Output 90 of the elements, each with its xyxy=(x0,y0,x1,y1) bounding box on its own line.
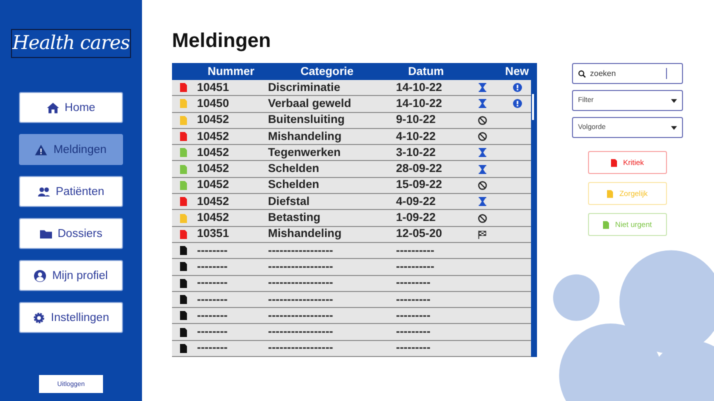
table-cell-text: ----------------- xyxy=(268,277,334,290)
table-row[interactable]: -------- ----------------- --------- xyxy=(172,292,531,308)
column-header: New xyxy=(504,66,530,78)
table-row[interactable]: -------- ----------------- ---------- xyxy=(172,259,531,276)
table-cell-text: 10351 xyxy=(196,228,230,240)
table-row[interactable]: 10451 Discriminatie 14-10-22 xyxy=(172,80,531,96)
folder-icon xyxy=(40,228,52,240)
nav-button[interactable]: Home xyxy=(19,92,123,123)
nav-button[interactable]: Dossiers xyxy=(19,218,123,249)
column-header: Datum xyxy=(407,66,445,78)
table-row[interactable]: 10452 Mishandeling 4-10-22 xyxy=(172,128,531,146)
table-cell-text: --------- xyxy=(395,326,432,338)
table-cell-text: 28-09-22 xyxy=(395,163,444,176)
table-cell-text: Mishandeling xyxy=(268,228,342,240)
table-cell-text: -------- xyxy=(196,342,229,354)
table-cell-text: 14-10-22 xyxy=(395,98,444,110)
table-cell-text: 10452 xyxy=(196,114,230,126)
table-cell-text: --------- xyxy=(395,342,432,354)
table-row[interactable]: -------- ----------------- --------- xyxy=(172,324,531,341)
table-cell-text: ----------------- xyxy=(268,244,334,257)
nav-button[interactable]: Mijn profiel xyxy=(19,260,123,291)
table-cell-text: -------- xyxy=(196,294,229,306)
table-cell-text: 4-10-22 xyxy=(395,130,437,143)
settings-icon xyxy=(32,312,45,324)
table-cell-text: 4-09-22 xyxy=(395,196,437,208)
nav-button[interactable]: Instellingen xyxy=(19,302,123,333)
table-cell-text: Schelden xyxy=(268,163,320,176)
table-cell-text: 1-09-22 xyxy=(395,212,437,224)
table-cell-text: ----------------- xyxy=(268,326,334,338)
table-row[interactable]: 10452 Schelden 28-09-22 xyxy=(172,161,531,178)
table-cell-text: Tegenwerken xyxy=(268,146,342,159)
table-cell-text: 15-09-22 xyxy=(395,179,444,192)
table-cell-text: Diefstal xyxy=(268,196,311,208)
table-row[interactable]: 10450 Verbaal geweld 14-10-22 xyxy=(172,96,531,113)
table-cell-text: 3-10-22 xyxy=(395,146,437,159)
table-cell-text: --------- xyxy=(395,277,432,290)
column-header: Nummer xyxy=(206,66,256,78)
caret-icon xyxy=(671,126,677,130)
table-cell-text: ---------- xyxy=(395,260,436,273)
table-cell-text: 9-10-22 xyxy=(395,114,437,126)
table-cell-text: --------- xyxy=(395,294,432,306)
table-cell-text: -------- xyxy=(196,310,229,322)
table-cell-text: 10452 xyxy=(196,212,230,224)
table-cell-text: Discriminatie xyxy=(268,82,342,94)
table-cell-text: ----------------- xyxy=(268,342,334,354)
table-cell-text: 10452 xyxy=(196,163,230,176)
page-title: Meldingen xyxy=(172,30,272,53)
table-row[interactable]: 10452 Buitensluiting 9-10-22 xyxy=(172,112,531,129)
table-cell-text: 10451 xyxy=(196,82,230,94)
table-cell-text: 10452 xyxy=(196,179,230,192)
table-cell-text: 10452 xyxy=(196,130,230,143)
table-cell-text: ---------- xyxy=(395,244,436,257)
search-field[interactable]: zoeken xyxy=(572,63,683,84)
table-row[interactable]: 10452 Betasting 1-09-22 xyxy=(172,210,531,227)
table-row[interactable]: 10452 Tegenwerken 3-10-22 xyxy=(172,145,531,162)
logo: Health cares xyxy=(11,29,131,58)
table-cell-text: Mishandeling xyxy=(268,130,342,143)
table-cell-text: 10452 xyxy=(196,196,230,208)
table-row[interactable]: 10452 Diefstal 4-09-22 xyxy=(172,194,531,210)
table-cell-text: Verbaal geweld xyxy=(268,98,352,110)
table-cell-text: ----------------- xyxy=(268,294,334,306)
table-cell-text: Schelden xyxy=(268,179,320,192)
search-icon xyxy=(578,70,586,78)
table-cell-text: Buitensluiting xyxy=(268,114,346,126)
table-cell-text: -------- xyxy=(196,260,229,273)
table-cell-text: ----------------- xyxy=(268,310,334,322)
table-cell-text: 10450 xyxy=(196,98,230,110)
table-row[interactable]: -------- ----------------- --------- xyxy=(172,308,531,324)
table-cell-text: --------- xyxy=(395,310,432,322)
table-row[interactable]: -------- ----------------- --------- xyxy=(172,340,531,358)
table-cell-text: -------- xyxy=(196,244,229,257)
table-cell-text: -------- xyxy=(196,277,229,290)
table-cell-text: 10452 xyxy=(196,146,230,159)
table-cell-text: 12-05-20 xyxy=(395,228,444,240)
table-row[interactable]: 10351 Mishandeling 12-05-20 xyxy=(172,226,531,243)
column-header: Categorie xyxy=(299,66,355,78)
table-row[interactable]: -------- ----------------- --------- xyxy=(172,276,531,292)
home-icon xyxy=(46,102,59,114)
table-cell-text: -------- xyxy=(196,326,229,338)
nav-button[interactable]: Meldingen xyxy=(19,134,123,165)
table-cell-text: ----------------- xyxy=(268,260,334,273)
warning-icon xyxy=(35,144,48,156)
nav-button[interactable]: Patiënten xyxy=(19,176,123,207)
user-circle-icon xyxy=(34,270,46,282)
table-cell-text: 14-10-22 xyxy=(395,82,444,94)
users-icon xyxy=(38,186,50,198)
table-row[interactable]: -------- ----------------- ---------- xyxy=(172,242,531,260)
table-row[interactable]: 10452 Schelden 15-09-22 xyxy=(172,178,531,194)
table-cell-text: Betasting xyxy=(268,212,322,224)
caret-icon xyxy=(671,98,677,102)
